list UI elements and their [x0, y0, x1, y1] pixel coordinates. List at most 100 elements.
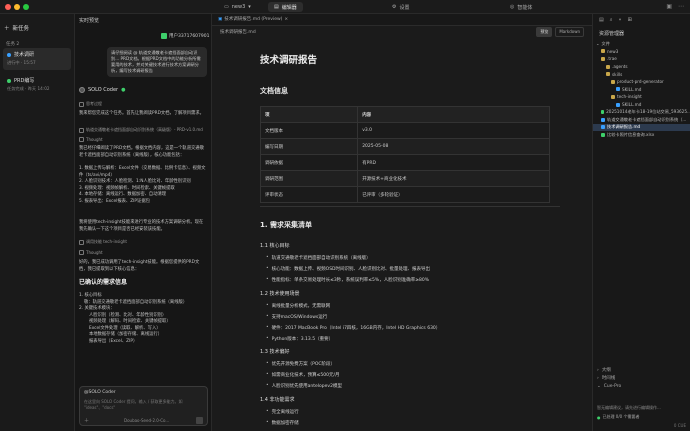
markdown-icon [601, 125, 605, 130]
file-item[interactable]: SKILL.md [593, 86, 690, 94]
search-icon[interactable]: ⌕ [610, 17, 613, 23]
window-controls[interactable] [5, 4, 29, 10]
task-section-label: 任务 2 [6, 42, 20, 47]
attach-icon[interactable]: ＋ [84, 417, 89, 424]
minimize-window-icon[interactable] [14, 4, 20, 10]
user-label: 用户33717607901 [161, 33, 210, 39]
chat-input-placeholder: 在这里向 SOLO Coder 提问，输入 / 获取更多能力。如 "ideas"… [84, 399, 183, 410]
spreadsheet-icon [601, 110, 605, 115]
folder-item[interactable]: product-prd-generator [593, 78, 690, 86]
thought-chip[interactable]: Thought [79, 250, 103, 255]
table-row: 编写日期 2025-05-08 [259, 138, 550, 155]
markdown-icon [601, 117, 605, 122]
chat-header: 实时预览 [79, 18, 100, 24]
chevron-right-icon: › [597, 375, 599, 381]
done-icon [7, 78, 11, 83]
chat-input[interactable]: @SOLO Coder 在这里向 SOLO Coder 提问，输入 / 获取更多… [79, 386, 208, 426]
task-item-prd[interactable]: PRD编写 任务完成 · 昨天 14:02 [3, 74, 71, 96]
folder-item[interactable]: skills [593, 70, 690, 78]
list-item: 支持macOS/Windows运行 [266, 311, 440, 322]
table-row: 调研依据 有PRD [259, 154, 550, 171]
timeline-section[interactable]: › 时间线 [593, 374, 690, 382]
explorer-panel: ▤ ⌕ ⑂ ⊞ 资源管理器 ⌄ 文件 new3 .trae .agents skills p… [592, 14, 690, 431]
git-icon[interactable]: ⑂ [619, 17, 622, 23]
chevron-down-icon: ⌄ [596, 41, 600, 47]
assistant-name: SOLO Coder ● [79, 87, 125, 93]
confirmed-list: 1. 核心目标 敬：轨道交通敬老卡遮挡面部自动识别系统（离线版） 2. 关键技术… [79, 293, 207, 345]
layout-icon[interactable]: ▣ [666, 3, 672, 10]
workspace-section[interactable]: ⌄ Cue-Pro [593, 382, 690, 390]
close-icon[interactable]: × [284, 17, 288, 22]
file-item[interactable]: 比较卡照片信息查询.xlsx [593, 131, 690, 139]
file-tab-report[interactable]: ▣ 技术调研报告.md (Preview) × [218, 16, 288, 23]
cue-panel: 智无编辑建议，请先进行编辑操作... ● 已处理 0/0 个需要者 [597, 405, 661, 420]
solo-coder-icon [79, 87, 85, 93]
table-row: 文档版本 v3.0 [259, 122, 550, 139]
file-read-chip[interactable]: 轨道交通敬老卡遮挡面部自动识别系统（高级版）- PRD-v1.0.md [79, 127, 203, 133]
tab-editor[interactable]: ▤ 编辑器 [268, 2, 303, 12]
status-indicator: 0 CUE [673, 423, 686, 428]
thought-chip[interactable]: Thought [79, 137, 103, 142]
folder-icon [606, 64, 610, 69]
section-heading: 已确认的需求信息 [79, 279, 128, 286]
file-item[interactable]: 轨道交通敬老卡遮挡面部自动识别系统（... [593, 116, 690, 124]
feature-list: 1. 数据上传与解析：Excel文件（交易数据、比例卡信息）、视频文件（ts/a… [79, 166, 207, 205]
new-task-button[interactable]: ＋ 新任务 [4, 24, 29, 32]
table-header: 项内容 [259, 106, 550, 123]
divider [260, 206, 560, 207]
folder-item[interactable]: .agents [593, 63, 690, 71]
avatar [161, 33, 167, 39]
heading-1-3: 1.3 技术偏好 [260, 349, 290, 355]
list-nonfunctional: 完全离线运行 数据加密存储 [266, 406, 299, 428]
breadcrumb[interactable]: 技术调研报告.md [220, 29, 256, 35]
markdown-button[interactable]: Markdown [555, 27, 584, 37]
file-item[interactable]: SKILL.md [593, 101, 690, 109]
folder-icon [601, 49, 605, 54]
list-core-goals: 轨道交通敬老卡遮挡面部自动识别系统（离线版） 核心功能：数据上传、视频OSD时间… [266, 252, 430, 285]
file-item[interactable]: 20251014老年卡18-19位站交易_593625... [593, 108, 690, 116]
tab-agent[interactable]: ◎ 智能体 [504, 2, 538, 12]
skill-chip[interactable]: 调用技能 tech-insight [79, 239, 127, 245]
agent-mention[interactable]: @SOLO Coder [84, 390, 116, 395]
send-icon[interactable] [196, 417, 203, 424]
files-icon[interactable]: ▤ [599, 17, 604, 23]
app-window: ▭ new3 ▾ ▤ 编辑器 ⚙ 设置 ◎ 智能体 ▣ ⋯ ＋ 新任务 任务 2… [0, 0, 690, 431]
file-tree: ⌄ 文件 new3 .trae .agents skills product-prd-gen… [593, 40, 690, 139]
folder-item[interactable]: tech-insight [593, 93, 690, 101]
task-status: 任务完成 · 昨天 14:02 [7, 86, 50, 91]
zoom-window-icon[interactable] [23, 4, 29, 10]
model-selector[interactable]: Doubao-Seed-2.0-Co... [124, 418, 169, 423]
explorer-toolbar: ▤ ⌕ ⑂ ⊞ [599, 17, 632, 23]
chevron-down-icon: ⌄ [597, 383, 601, 389]
task-status: 进行中 · 15:57 [7, 60, 36, 65]
table-row: 评审状态 已评审（多轮验证） [259, 186, 550, 203]
task-item-research[interactable]: 技术调研 进行中 · 15:57 [3, 48, 71, 70]
workspace-name[interactable]: ▭ new3 ▾ [224, 2, 251, 12]
assistant-message: 好的，我已成功调用了tech-insight技能。根据您提供的PRD文档，我已提… [79, 260, 200, 272]
folder-icon [606, 72, 610, 77]
workspace-label: new3 [231, 4, 246, 10]
list-item: 2. 人脸识别技术：人脸检测、1:N人脸比对、年龄性别识别 [79, 179, 191, 184]
list-item: 硬件：2017 MacBook Pro（Intel i7四核，16GB内存，In… [266, 322, 441, 333]
check-icon: ● [597, 414, 601, 420]
user-message: 请仔细阅读 @ 轨道交通敬老卡遮挡面部自动识别... PRD文档。根据PRD文档… [107, 47, 207, 77]
tab-settings[interactable]: ⚙ 设置 [386, 2, 416, 12]
file-item[interactable]: 技术调研报告.md [593, 123, 690, 132]
task-sidebar: ＋ 新任务 任务 2 技术调研 进行中 · 15:57 PRD编写 任务完成 ·… [0, 14, 75, 431]
markdown-icon: ▣ [218, 16, 223, 22]
preview-button[interactable]: 预览 [536, 27, 553, 37]
folder-item[interactable]: .trae [593, 55, 690, 63]
more-icon[interactable]: ⋯ [678, 3, 684, 10]
folder-icon [611, 79, 615, 84]
folder-item[interactable]: new3 [593, 48, 690, 56]
tree-section[interactable]: ⌄ 文件 [593, 40, 690, 48]
close-window-icon[interactable] [5, 4, 11, 10]
list-item: Python版本：3.13.5（重要） [266, 333, 440, 344]
heading-1-2: 1.2 技术使用场景 [260, 291, 300, 297]
view-toggle: 预览 Markdown [536, 27, 584, 37]
doc-info-table: 项内容 文档版本 v3.0 编写日期 2025-05-08 调研依据 有PRD 调研范… [259, 106, 550, 203]
extensions-icon[interactable]: ⊞ [628, 17, 632, 23]
thinking-chip[interactable]: 思考过程 [79, 101, 102, 107]
outline-section[interactable]: › 大纲 [593, 366, 690, 374]
heading-1-4: 1.4 非功能需求 [260, 397, 295, 403]
